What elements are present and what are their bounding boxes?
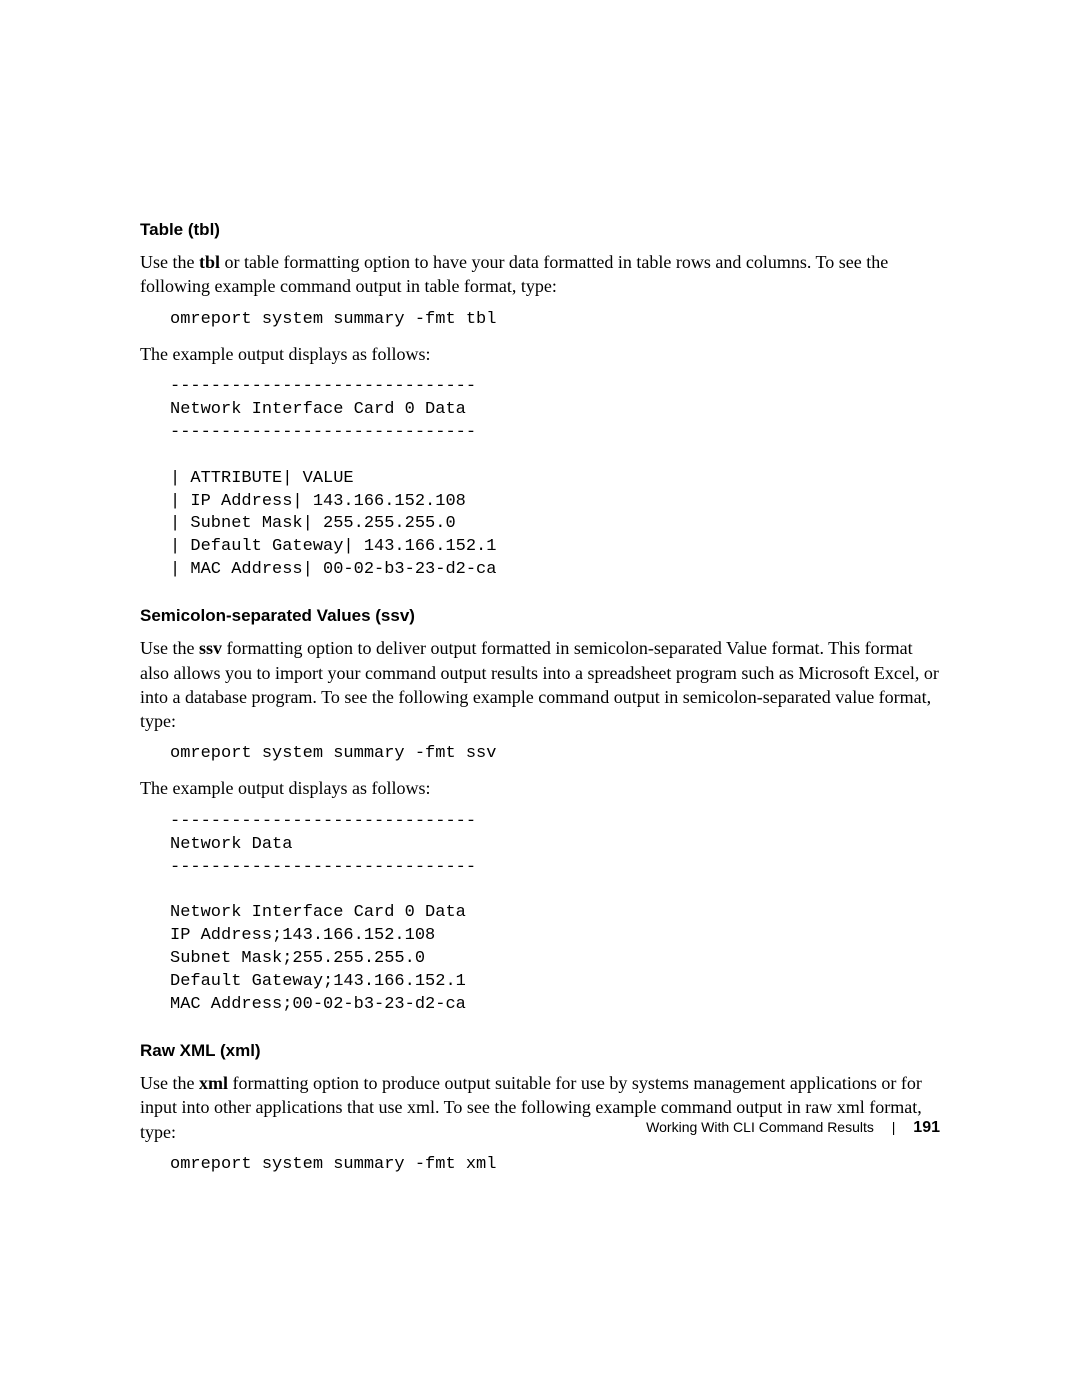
footer-separator: | <box>892 1119 896 1135</box>
output-tbl: ------------------------------ Network I… <box>140 376 940 582</box>
heading-xml: Raw XML (xml) <box>140 1041 940 1061</box>
text-fragment: or table formatting option to have your … <box>140 252 888 296</box>
output-ssv: ------------------------------ Network D… <box>140 811 940 1017</box>
page-footer: Working With CLI Command Results | 191 <box>646 1119 940 1137</box>
text-fragment: formatting option to deliver output form… <box>140 638 939 731</box>
footer-page-number: 191 <box>913 1119 940 1136</box>
section-xml: Raw XML (xml) Use the xml formatting opt… <box>140 1041 940 1177</box>
document-page: Table (tbl) Use the tbl or table formatt… <box>0 0 1080 1397</box>
bold-ssv: ssv <box>199 638 222 658</box>
para-tbl-output-intro: The example output displays as follows: <box>140 342 940 366</box>
footer-title: Working With CLI Command Results <box>646 1119 874 1135</box>
command-ssv: omreport system summary -fmt ssv <box>140 743 940 766</box>
bold-tbl: tbl <box>199 252 220 272</box>
para-ssv-output-intro: The example output displays as follows: <box>140 776 940 800</box>
text-fragment: Use the <box>140 1073 199 1093</box>
section-ssv: Semicolon-separated Values (ssv) Use the… <box>140 606 940 1017</box>
heading-ssv: Semicolon-separated Values (ssv) <box>140 606 940 626</box>
section-tbl: Table (tbl) Use the tbl or table formatt… <box>140 220 940 582</box>
text-fragment: Use the <box>140 252 199 272</box>
para-ssv-intro: Use the ssv formatting option to deliver… <box>140 636 940 733</box>
para-tbl-intro: Use the tbl or table formatting option t… <box>140 250 940 299</box>
command-tbl: omreport system summary -fmt tbl <box>140 309 940 332</box>
bold-xml: xml <box>199 1073 228 1093</box>
heading-tbl: Table (tbl) <box>140 220 940 240</box>
command-xml: omreport system summary -fmt xml <box>140 1154 940 1177</box>
text-fragment: Use the <box>140 638 199 658</box>
